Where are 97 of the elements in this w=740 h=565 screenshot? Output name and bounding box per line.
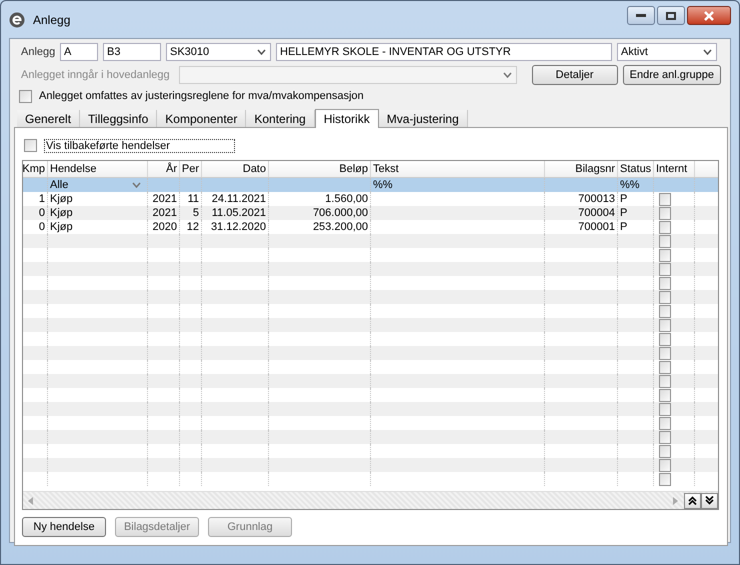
close-icon: [703, 10, 715, 20]
checkbox[interactable]: [659, 360, 671, 374]
table-cell: 11.05.2021: [212, 206, 266, 220]
table-cell: 700001: [578, 220, 615, 234]
group-field[interactable]: A: [60, 43, 98, 61]
checkbox[interactable]: [659, 472, 671, 486]
event-filter-dropdown[interactable]: Alle: [48, 178, 148, 192]
table-cell: 31.12.2020: [210, 220, 266, 234]
checkbox[interactable]: [659, 416, 671, 430]
table-cell: 5: [192, 206, 199, 220]
table-cell: Kjøp: [50, 206, 73, 220]
horizontal-scrollbar[interactable]: [23, 491, 718, 509]
tab[interactable]: Historikk: [314, 109, 379, 128]
table-cell: 700004: [578, 206, 615, 220]
scroll-top-button[interactable]: [684, 492, 701, 508]
app-logo-icon: [9, 12, 25, 28]
window-title: Anlegg: [33, 12, 70, 26]
tab[interactable]: Mva-justering: [378, 110, 468, 127]
status-dropdown[interactable]: Aktivt: [617, 43, 717, 61]
checkbox[interactable]: [659, 220, 671, 234]
chevron-down-icon: [132, 182, 141, 188]
checkbox[interactable]: [659, 206, 671, 220]
table-cell: 253.200,00: [312, 220, 368, 234]
double-chevron-up-icon: [688, 496, 697, 505]
table-cell: 12: [186, 220, 199, 234]
table-cell: 700013: [578, 192, 615, 206]
column-header[interactable]: År: [148, 161, 180, 177]
maximize-icon: [666, 12, 676, 20]
change-group-button[interactable]: Endre anl.gruppe: [622, 65, 721, 85]
checkbox[interactable]: [659, 192, 671, 206]
chevron-down-icon: [257, 49, 266, 55]
table-cell: 11: [188, 192, 199, 206]
checkbox[interactable]: [659, 444, 671, 458]
column-header[interactable]: Internt: [654, 161, 695, 177]
maximize-button[interactable]: [657, 6, 685, 25]
checkbox-label: Anlegget omfattes av justeringsreglene for mva/mvakompensasjon: [39, 90, 364, 102]
column-header[interactable]: Hendelse: [48, 161, 148, 177]
column-header[interactable]: Bilagsnr: [545, 161, 618, 177]
double-chevron-down-icon: [705, 496, 714, 505]
table-cell: 706.000,00: [312, 206, 368, 220]
minimize-button[interactable]: [627, 6, 655, 25]
checkbox[interactable]: [659, 248, 671, 262]
checkbox[interactable]: [659, 458, 671, 472]
checkbox[interactable]: [659, 346, 671, 360]
asset-label: Anlegg: [20, 46, 55, 58]
scroll-left-icon[interactable]: [27, 496, 34, 504]
tab[interactable]: Kontering: [246, 110, 315, 127]
table-cell: 0: [38, 220, 45, 234]
column-header[interactable]: Per: [180, 161, 202, 177]
table-cell: P: [620, 206, 628, 220]
column-header[interactable]: Kmp: [23, 161, 48, 177]
parent-asset-label: Anlegget inngår i hovedanlegg: [20, 69, 171, 81]
tab[interactable]: Generelt: [17, 110, 80, 127]
table-cell: 1.560,00: [325, 192, 368, 206]
account-dropdown[interactable]: SK3010: [166, 43, 271, 61]
column-header[interactable]: Status: [618, 161, 654, 177]
table-cell: 2021: [152, 206, 177, 220]
checkbox[interactable]: [659, 402, 671, 416]
table-cell: 0: [38, 206, 45, 220]
name-field[interactable]: HELLEMYR SKOLE - INVENTAR OG UTSTYR: [276, 43, 612, 61]
checkbox-label: Vis tilbakeførte hendelser: [44, 138, 235, 152]
checkbox[interactable]: [659, 234, 671, 248]
table-cell: Kjøp: [50, 192, 73, 206]
table-cell: P: [620, 192, 628, 206]
table-cell: 1: [38, 192, 45, 206]
table-cell: P: [620, 220, 628, 234]
checkbox[interactable]: [659, 388, 671, 402]
close-button[interactable]: [687, 6, 731, 25]
checkbox[interactable]: [19, 90, 32, 102]
chevron-down-icon: [703, 49, 712, 55]
tab[interactable]: Tilleggsinfo: [80, 110, 158, 127]
scroll-right-icon[interactable]: [672, 496, 679, 504]
code-field[interactable]: B3: [103, 43, 161, 61]
checkbox[interactable]: [659, 276, 671, 290]
table-cell: 2020: [152, 220, 177, 234]
chevron-down-icon: [502, 72, 512, 78]
table-cell: 24.11.2021: [212, 192, 266, 206]
checkbox[interactable]: [659, 262, 671, 276]
status-filter[interactable]: %%: [620, 178, 640, 192]
action-button[interactable]: Ny hendelse: [22, 517, 106, 537]
column-header[interactable]: Tekst: [371, 161, 545, 177]
checkbox[interactable]: [659, 290, 671, 304]
details-button[interactable]: Detaljer: [532, 65, 618, 85]
minimize-icon: [636, 14, 646, 18]
column-header[interactable]: Dato: [202, 161, 269, 177]
column-header[interactable]: Beløp: [269, 161, 371, 177]
checkbox[interactable]: [659, 304, 671, 318]
checkbox[interactable]: [659, 374, 671, 388]
text-filter[interactable]: %%: [373, 178, 393, 192]
table-cell: Kjøp: [50, 220, 73, 234]
checkbox[interactable]: [659, 332, 671, 346]
table-cell: 2021: [152, 192, 177, 206]
checkbox[interactable]: [659, 430, 671, 444]
tab[interactable]: Komponenter: [157, 110, 246, 127]
scroll-bottom-button[interactable]: [701, 492, 718, 508]
checkbox[interactable]: [659, 318, 671, 332]
checkbox[interactable]: [24, 139, 37, 152]
